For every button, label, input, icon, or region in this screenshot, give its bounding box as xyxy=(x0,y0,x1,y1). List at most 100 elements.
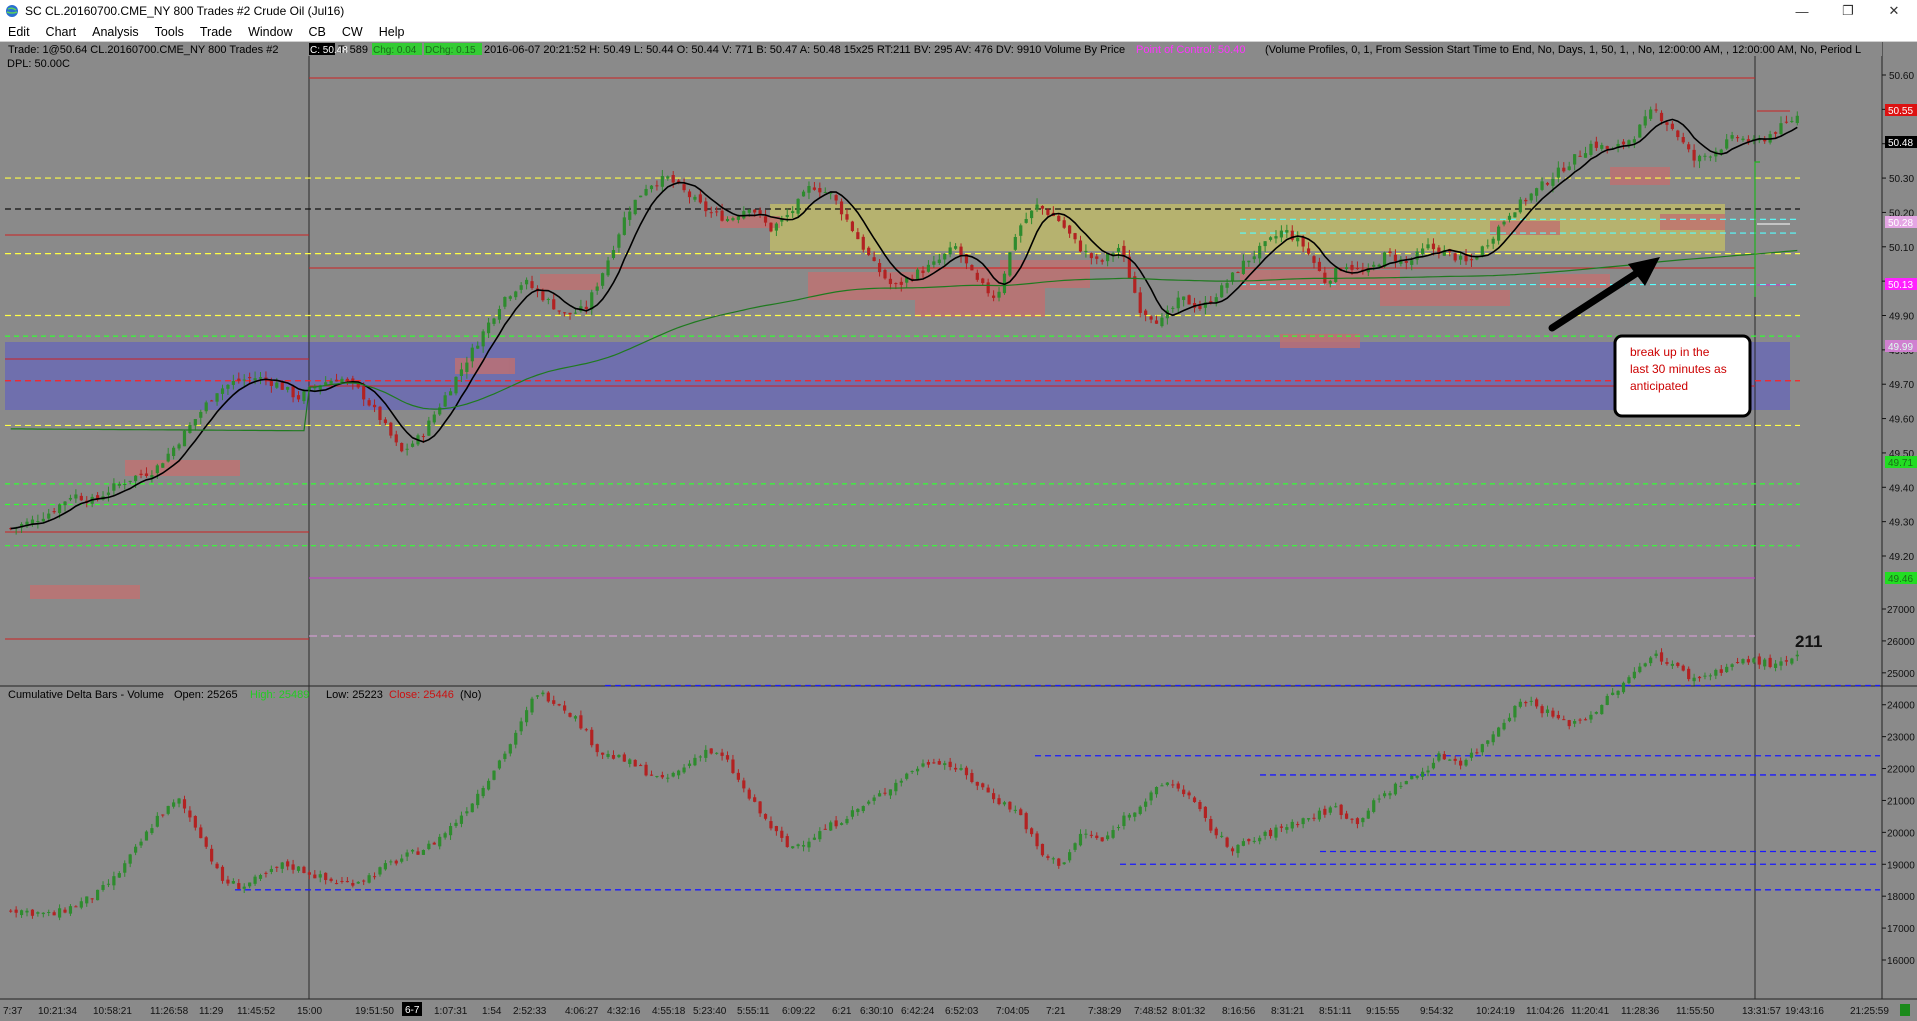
price-candle-body xyxy=(286,386,290,390)
price-candle-body xyxy=(812,187,816,190)
delta-candle-body xyxy=(557,704,561,706)
price-candle-body xyxy=(1241,260,1245,274)
delta-candle-body xyxy=(573,716,578,719)
delta-open: Open: 25265 xyxy=(174,689,238,701)
price-candle-body xyxy=(258,377,263,379)
delta-candle-body xyxy=(595,744,599,753)
chart-area[interactable]: break up in the last 30 minutes as antic… xyxy=(0,42,1917,1021)
delta-candle-body xyxy=(286,861,290,867)
menu-cb[interactable]: CB xyxy=(301,25,334,39)
price-candle-body xyxy=(1426,244,1430,249)
menu-window[interactable]: Window xyxy=(240,25,300,39)
price-candle-body xyxy=(687,191,692,198)
delta-candle-body xyxy=(41,912,45,915)
price-candle-body xyxy=(1497,226,1501,241)
delta-candle-body xyxy=(1035,833,1039,847)
delta-candle-body xyxy=(96,889,100,901)
menu-edit[interactable]: Edit xyxy=(0,25,38,39)
menu-trade[interactable]: Trade xyxy=(192,25,240,39)
delta-candle-body xyxy=(1535,699,1539,707)
delta-tick-label: 22000 xyxy=(1887,765,1915,776)
price-candle-body xyxy=(704,201,708,212)
delta-candle-body xyxy=(139,841,143,846)
delta-tick-label: 18000 xyxy=(1887,892,1915,903)
delta-candle-body xyxy=(362,880,366,882)
price-candle-body xyxy=(1068,225,1072,234)
annotation-callout[interactable]: break up in the last 30 minutes as antic… xyxy=(1613,334,1752,418)
price-candle-body xyxy=(1578,155,1582,157)
menu-analysis[interactable]: Analysis xyxy=(84,25,147,39)
time-label: 11:29 xyxy=(199,1006,224,1017)
time-label: 10:21:34 xyxy=(38,1006,77,1017)
delta-candle-body xyxy=(644,764,648,776)
delta-candle-body xyxy=(112,876,116,886)
price-candle-body xyxy=(953,246,958,249)
time-axis-status-icon xyxy=(1900,1004,1910,1016)
delta-candle-body xyxy=(981,783,985,788)
delta-candle-body xyxy=(1323,808,1327,815)
price-candle-body xyxy=(1573,154,1577,165)
price-candle-body xyxy=(68,497,73,500)
delta-candle-body xyxy=(1475,752,1479,754)
delta-candle-body xyxy=(1230,848,1235,852)
delta-candle-body xyxy=(1480,744,1484,753)
menu-cw[interactable]: CW xyxy=(334,25,371,39)
price-candle-body xyxy=(568,312,572,315)
delta-candle-body xyxy=(134,846,138,853)
delta-candle-body xyxy=(367,875,371,883)
chart-canvas[interactable]: break up in the last 30 minutes as antic… xyxy=(0,42,1917,1021)
delta-candle-body xyxy=(1062,862,1066,865)
menu-help[interactable]: Help xyxy=(371,25,413,39)
price-candle-body xyxy=(47,513,51,519)
delta-candle-body xyxy=(1665,662,1669,664)
delta-candle-body xyxy=(1529,700,1533,702)
price-candle-body xyxy=(1773,132,1778,134)
price-candle-body xyxy=(1089,253,1093,259)
price-candle-body xyxy=(1084,250,1088,252)
price-candle-body xyxy=(1073,233,1077,240)
price-candle-body xyxy=(492,318,496,324)
time-label: 10:24:19 xyxy=(1476,1006,1515,1017)
dpl-label: DPL: 50.00C xyxy=(7,58,70,70)
delta-candle-body xyxy=(1127,814,1131,818)
menu-tools[interactable]: Tools xyxy=(147,25,192,39)
price-candle-body xyxy=(334,379,339,382)
price-candle-body xyxy=(992,295,996,298)
price-candle-body xyxy=(470,347,474,362)
delta-candle-body xyxy=(318,874,322,878)
point-of-control: Point of Control: 50.40 xyxy=(1136,44,1245,56)
delta-candle-body xyxy=(90,898,94,900)
minimize-button[interactable]: — xyxy=(1779,0,1825,22)
price-candle-body xyxy=(774,223,778,231)
delta-candle-body xyxy=(1100,837,1104,842)
price-candle-body xyxy=(1328,280,1332,284)
price-candle-body xyxy=(79,495,83,501)
menu-chart[interactable]: Chart xyxy=(38,25,85,39)
delta-candle-body xyxy=(742,780,746,789)
delta-candle-body xyxy=(1697,676,1702,679)
delta-candle-body xyxy=(30,909,35,916)
title-bar: SC CL.20160700.CME_NY 800 Trades #2 Crud… xyxy=(0,0,1917,22)
delta-candle-body xyxy=(535,695,540,697)
price-candle-body xyxy=(1524,199,1528,202)
delta-candle-body xyxy=(1030,828,1034,835)
price-candle-body xyxy=(161,463,165,468)
price-candle-body xyxy=(448,391,453,396)
trade-count: T: 589 xyxy=(338,44,368,56)
delta-candle-body xyxy=(1545,709,1550,714)
delta-candle-body xyxy=(416,851,420,855)
price-candle-body xyxy=(226,384,230,389)
close-button[interactable]: ✕ xyxy=(1871,0,1917,22)
delta-candle-body xyxy=(943,763,947,766)
maximize-button[interactable]: ❐ xyxy=(1825,0,1871,22)
price-candle-body xyxy=(1654,109,1658,111)
price-candle-body xyxy=(975,272,979,280)
resistance-zone xyxy=(770,204,1725,251)
sierra-chart-window: SC CL.20160700.CME_NY 800 Trades #2 Crud… xyxy=(0,0,1917,1021)
delta-candle-body xyxy=(1714,669,1718,676)
price-candle-body xyxy=(1149,316,1153,320)
delta-candle-body xyxy=(1643,663,1647,667)
delta-candle-body xyxy=(1567,720,1571,727)
delta-candle-body xyxy=(1073,843,1077,850)
price-candle-body xyxy=(628,211,632,220)
